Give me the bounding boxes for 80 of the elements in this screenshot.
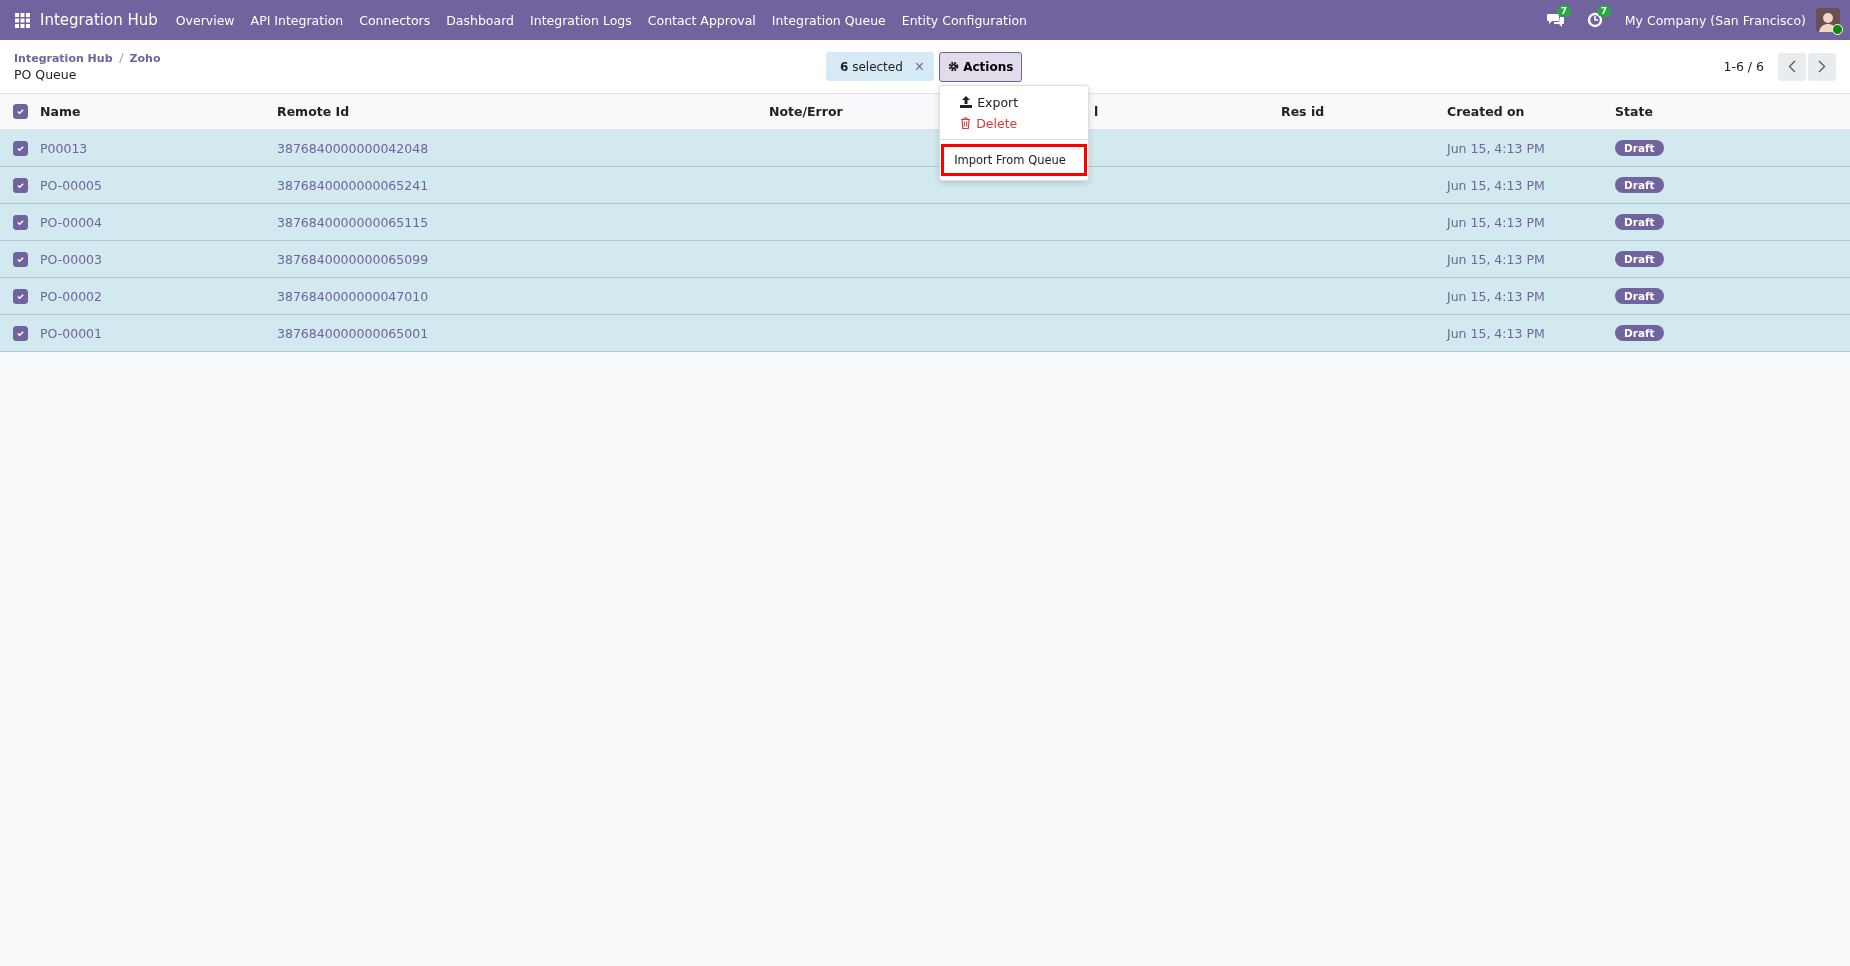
row-checkbox[interactable] (12, 251, 28, 267)
breadcrumb-link[interactable]: Zoho (129, 51, 161, 65)
table-cell: PO-00004 (40, 214, 102, 230)
dropdown-item[interactable]: Export (940, 91, 1089, 113)
table-cell: 3876840000000042048 (277, 140, 429, 156)
breadcrumb-link[interactable]: Integration Hub (14, 51, 113, 65)
table-cell: PO-00001 (40, 325, 102, 341)
menu-item[interactable]: Integration Logs (522, 12, 640, 28)
menu-item[interactable]: Contact Approval (639, 12, 764, 28)
checkmark-icon (15, 180, 25, 190)
selection-count: 6 selected (840, 59, 903, 74)
column-header[interactable]: Name (40, 104, 81, 119)
state-badge: Draft (1615, 214, 1664, 230)
table-cell: Jun 15, 4:13 PM (1447, 140, 1545, 156)
row-checkbox[interactable] (12, 177, 28, 193)
dropdown-item[interactable]: Import From Queue (941, 143, 1088, 176)
column-header[interactable]: Remote Id (277, 104, 350, 119)
table-row[interactable]: PO-00003 3876840000000065099 Jun 15, 4:13 PM Draft (0, 241, 1850, 278)
state-badge: Draft (1615, 140, 1664, 156)
count-badge: 7 (1596, 5, 1612, 17)
chevron-left-icon (1788, 60, 1796, 73)
row-checkbox[interactable] (12, 214, 28, 230)
table-cell: Jun 15, 4:13 PM (1447, 177, 1545, 193)
column-header[interactable]: State (1615, 104, 1653, 119)
table-cell: PO-00002 (40, 288, 102, 304)
column-header[interactable]: l (1094, 104, 1099, 119)
table-cell: Jun 15, 4:13 PM (1447, 325, 1545, 341)
table-cell: Jun 15, 4:13 PM (1447, 251, 1545, 267)
table-cell: 3876840000000065115 (277, 214, 429, 230)
checkmark-icon (15, 254, 25, 264)
menu-item[interactable]: Overview (167, 12, 243, 28)
table-row[interactable]: PO-00001 3876840000000065001 Jun 15, 4:13 PM Draft (0, 315, 1850, 352)
checkmark-icon (15, 107, 25, 116)
row-checkbox[interactable] (12, 288, 28, 304)
chat-icon[interactable] (1546, 12, 1565, 28)
table-cell: P00013 (40, 140, 88, 156)
table-cell: 3876840000000065241 (277, 177, 429, 193)
upload-icon (960, 96, 973, 108)
column-header[interactable]: Note/Error (769, 104, 843, 119)
table-cell: Jun 15, 4:13 PM (1447, 214, 1545, 230)
pager-value[interactable]: 1-6 / 6 (1723, 59, 1764, 74)
table-row[interactable]: PO-00004 3876840000000065115 Jun 15, 4:13 PM Draft (0, 204, 1850, 241)
row-checkbox[interactable] (12, 325, 28, 341)
column-header[interactable]: Created on (1447, 104, 1525, 119)
menu-item[interactable]: Integration Queue (763, 12, 894, 28)
table-cell: Jun 15, 4:13 PM (1447, 288, 1545, 304)
menu-item[interactable]: Connectors (351, 12, 439, 28)
menu-item[interactable]: Dashboard (438, 12, 523, 28)
state-badge: Draft (1615, 251, 1664, 267)
company-switcher[interactable]: My Company (San Francisco) (1624, 12, 1806, 28)
clock-icon[interactable] (1586, 12, 1603, 28)
checkmark-icon (15, 143, 25, 153)
trash-icon (960, 117, 972, 129)
page-title: PO Queue (14, 66, 78, 82)
table-row[interactable]: PO-00002 3876840000000047010 Jun 15, 4:13 PM Draft (0, 278, 1850, 315)
gear-icon (948, 61, 960, 72)
table-cell: 3876840000000065001 (277, 325, 429, 341)
checkmark-icon (15, 217, 25, 227)
state-badge: Draft (1615, 325, 1664, 341)
row-checkbox[interactable] (12, 140, 28, 156)
table-cell: PO-00005 (40, 177, 102, 193)
state-badge: Draft (1615, 288, 1664, 304)
chevron-right-icon (1818, 60, 1826, 73)
table-cell: 3876840000000065099 (277, 251, 429, 267)
apps-grid-icon[interactable] (15, 12, 30, 28)
clear-selection-button[interactable]: × (914, 57, 925, 76)
avatar-icon[interactable] (1816, 8, 1840, 32)
state-badge: Draft (1615, 177, 1664, 193)
table-cell: PO-00003 (40, 251, 102, 267)
menu-item[interactable]: Entity Configuration (893, 12, 1035, 28)
menu-item[interactable]: API Integration (242, 12, 352, 28)
checkmark-icon (15, 291, 25, 301)
app-name[interactable]: Integration Hub (40, 11, 158, 29)
checkmark-icon (15, 328, 25, 338)
column-header[interactable]: Res id (1281, 104, 1325, 119)
count-badge: 7 (1556, 5, 1572, 17)
actions-button[interactable]: Actions (939, 51, 1023, 82)
select-all-checkbox[interactable] (12, 104, 28, 119)
table-row[interactable]: PO-00005 3876840000000065241 Jun 15, 4:13 PM Draft (0, 167, 1850, 204)
table-cell: 3876840000000047010 (277, 288, 429, 304)
